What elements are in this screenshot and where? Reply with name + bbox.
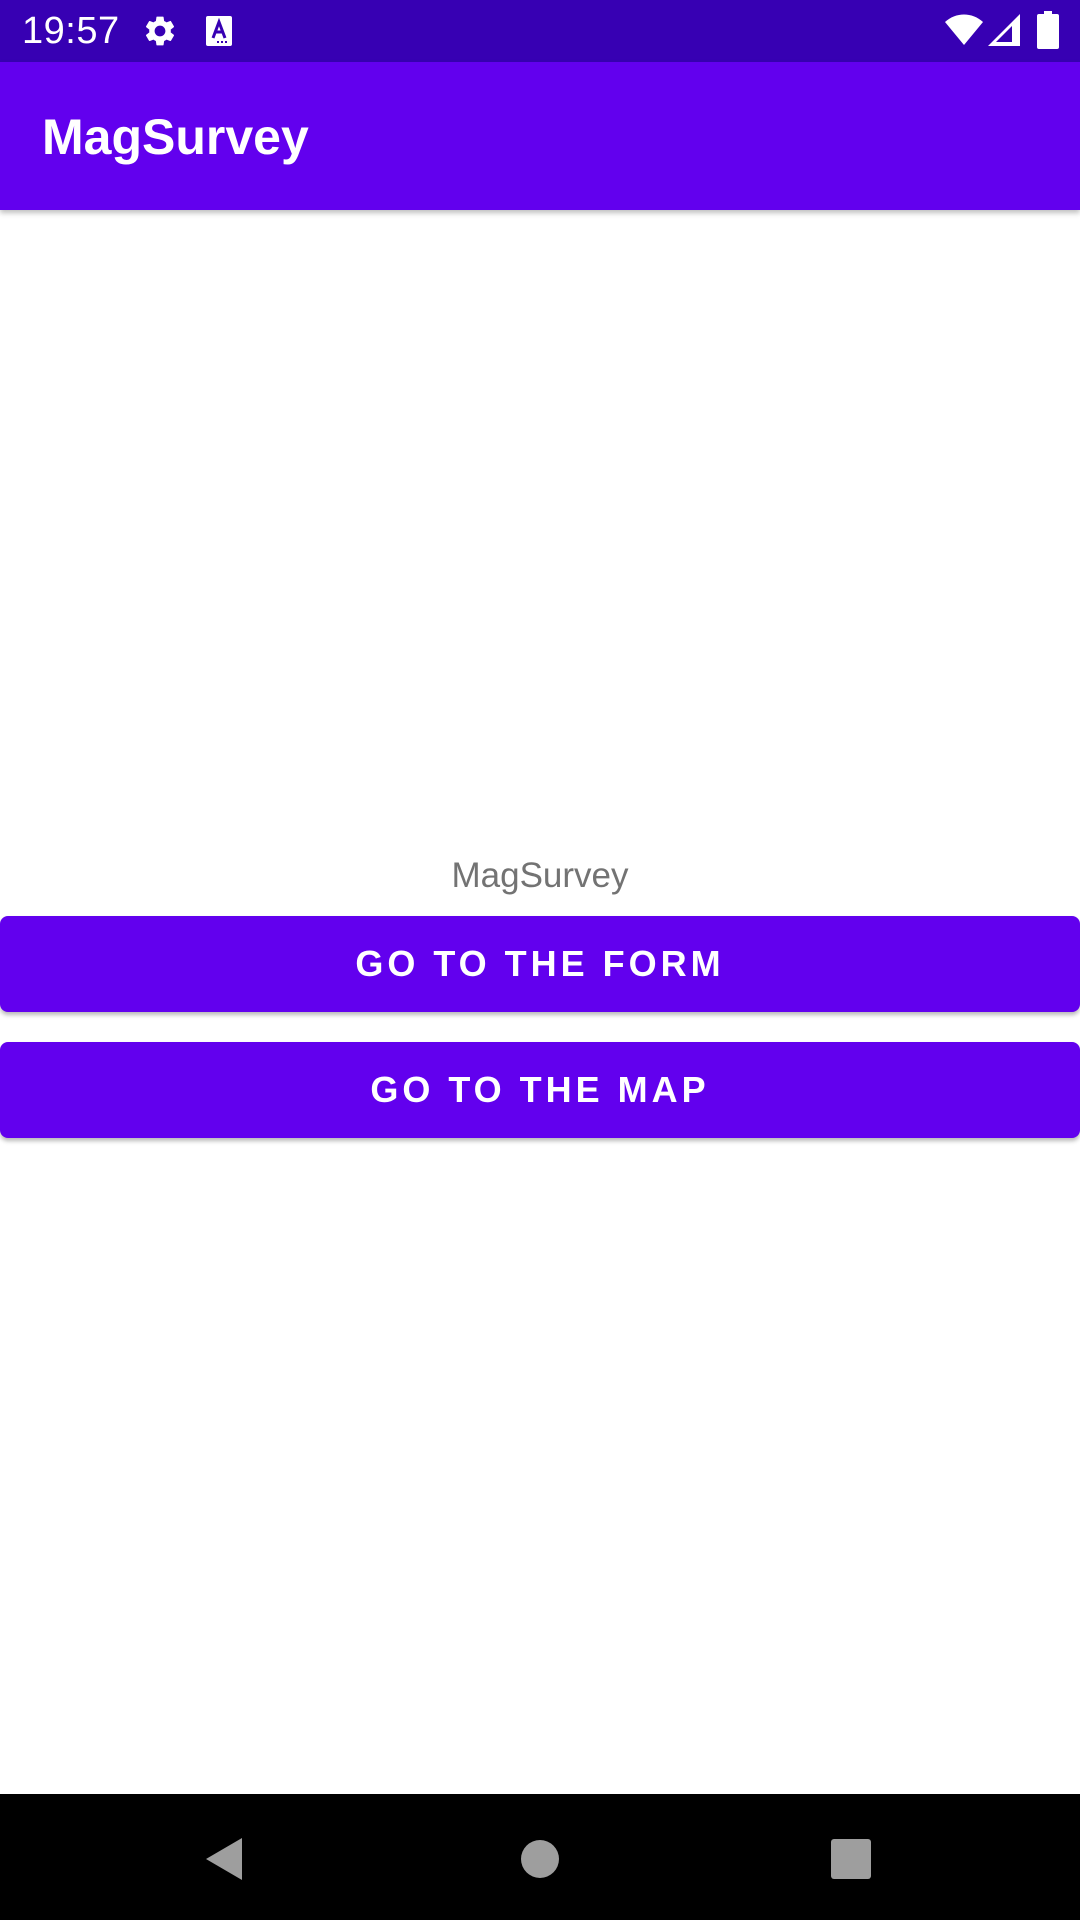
status-bar: 19:57 [0, 0, 1080, 62]
go-to-form-button[interactable]: GO TO THE FORM [0, 916, 1080, 1012]
gear-icon [145, 16, 175, 46]
battery-icon [1037, 11, 1059, 49]
go-to-map-button[interactable]: GO TO THE MAP [0, 1042, 1080, 1138]
recents-icon[interactable] [826, 1834, 876, 1884]
app-name-label: MagSurvey [451, 856, 629, 895]
wifi-icon [945, 14, 983, 45]
app-title: MagSurvey [42, 109, 309, 165]
navigation-bar [0, 1794, 1080, 1920]
text-a-icon [206, 16, 232, 46]
app-bar: MagSurvey [0, 62, 1080, 210]
signal-icon [988, 14, 1020, 46]
back-icon[interactable] [202, 1834, 252, 1884]
status-time: 19:57 [22, 10, 120, 52]
home-icon[interactable] [515, 1834, 565, 1884]
